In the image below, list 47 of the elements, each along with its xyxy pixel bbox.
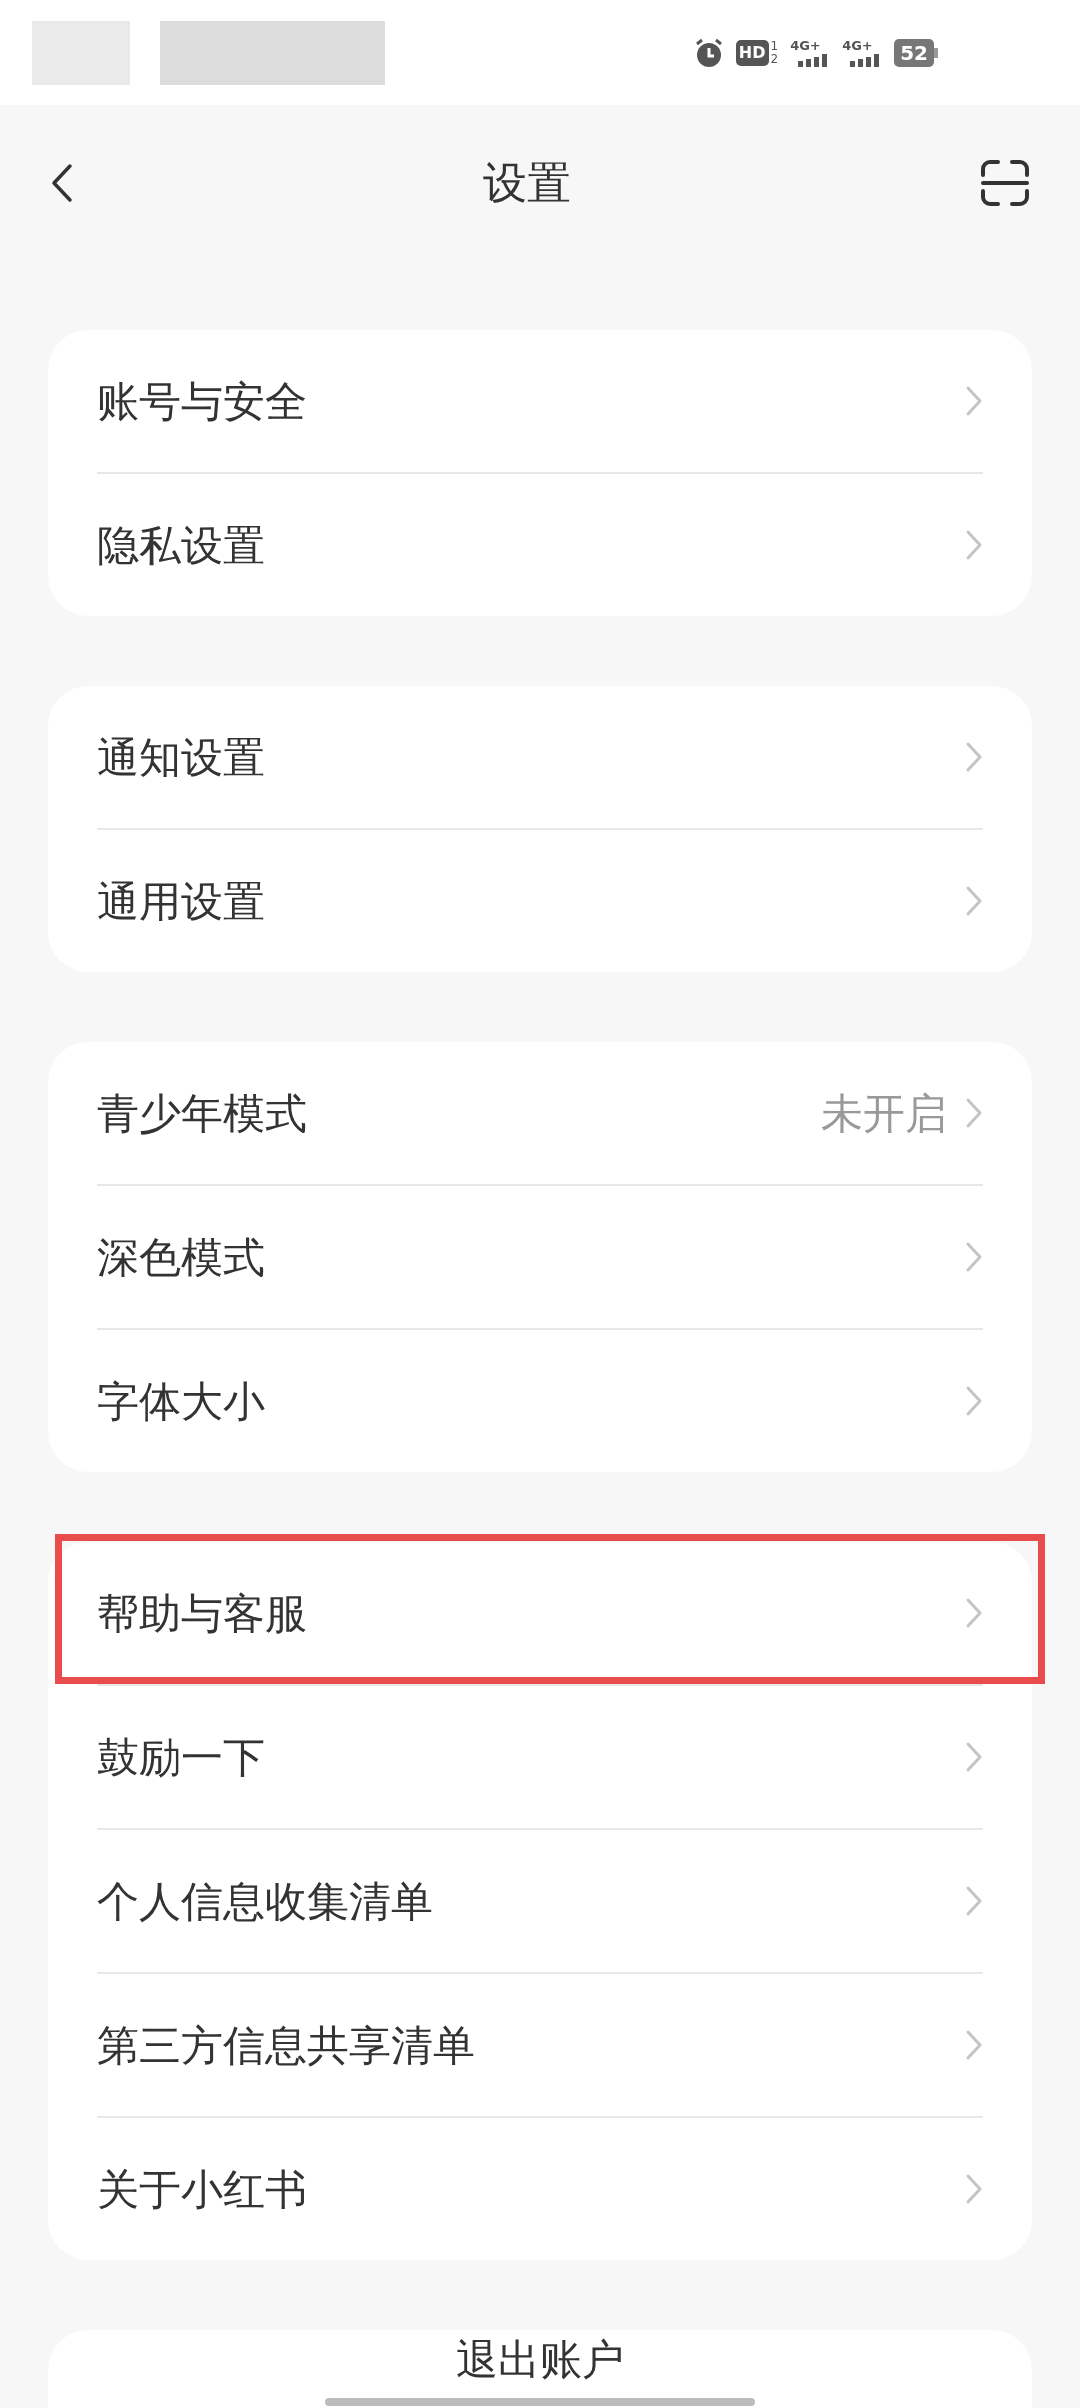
chevron-right-icon bbox=[965, 1741, 983, 1773]
back-icon[interactable] bbox=[50, 162, 74, 203]
sim-label: 2 bbox=[770, 52, 779, 66]
row-label: 隐私设置 bbox=[97, 519, 265, 572]
settings-row[interactable]: 帮助与客服 bbox=[97, 1542, 983, 1684]
chevron-right-icon bbox=[965, 385, 983, 417]
settings-row[interactable]: 关于小红书 bbox=[97, 2118, 983, 2260]
row-value: 未开启 bbox=[821, 1087, 947, 1140]
logout-button[interactable]: 退出账户 bbox=[456, 2336, 624, 2408]
network-label: 4G+ bbox=[790, 38, 821, 53]
row-label: 第三方信息共享清单 bbox=[97, 2019, 475, 2072]
chevron-right-icon bbox=[965, 1597, 983, 1629]
scan-icon[interactable] bbox=[980, 158, 1030, 207]
settings-row[interactable]: 青少年模式 未开启 bbox=[97, 1042, 983, 1184]
settings-row[interactable]: 字体大小 bbox=[97, 1330, 983, 1472]
row-label: 账号与安全 bbox=[97, 375, 307, 428]
page-title: 设置 bbox=[483, 155, 571, 210]
row-label: 帮助与客服 bbox=[97, 1587, 307, 1640]
chevron-right-icon bbox=[965, 529, 983, 561]
chevron-right-icon bbox=[965, 1885, 983, 1917]
settings-row[interactable]: 账号与安全 bbox=[97, 330, 983, 472]
chevron-right-icon bbox=[965, 2173, 983, 2205]
row-label: 字体大小 bbox=[97, 1375, 265, 1428]
settings-row[interactable]: 个人信息收集清单 bbox=[97, 1830, 983, 1972]
settings-row[interactable]: 通知设置 bbox=[97, 686, 983, 828]
row-label: 关于小红书 bbox=[97, 2163, 307, 2216]
row-label: 鼓励一下 bbox=[97, 1731, 265, 1784]
alarm-icon bbox=[693, 37, 724, 68]
chevron-right-icon bbox=[965, 1241, 983, 1273]
sim-label: 1 bbox=[770, 39, 779, 53]
chevron-right-icon bbox=[965, 2029, 983, 2061]
settings-row[interactable]: 深色模式 bbox=[97, 1186, 983, 1328]
settings-row[interactable]: 通用设置 bbox=[97, 830, 983, 972]
chevron-right-icon bbox=[965, 1385, 983, 1417]
row-label: 青少年模式 bbox=[97, 1087, 307, 1140]
chevron-right-icon bbox=[965, 741, 983, 773]
chevron-right-icon bbox=[965, 1097, 983, 1129]
settings-row[interactable]: 鼓励一下 bbox=[97, 1686, 983, 1828]
row-label: 通用设置 bbox=[97, 875, 265, 928]
settings-row[interactable]: 第三方信息共享清单 bbox=[97, 1974, 983, 2116]
row-label: 通知设置 bbox=[97, 731, 265, 784]
settings-row[interactable]: 隐私设置 bbox=[97, 474, 983, 616]
network-label: 4G+ bbox=[842, 38, 873, 53]
row-label: 深色模式 bbox=[97, 1231, 265, 1284]
row-label: 个人信息收集清单 bbox=[97, 1875, 433, 1928]
hd-badge: HD bbox=[735, 39, 769, 66]
chevron-right-icon bbox=[965, 885, 983, 917]
